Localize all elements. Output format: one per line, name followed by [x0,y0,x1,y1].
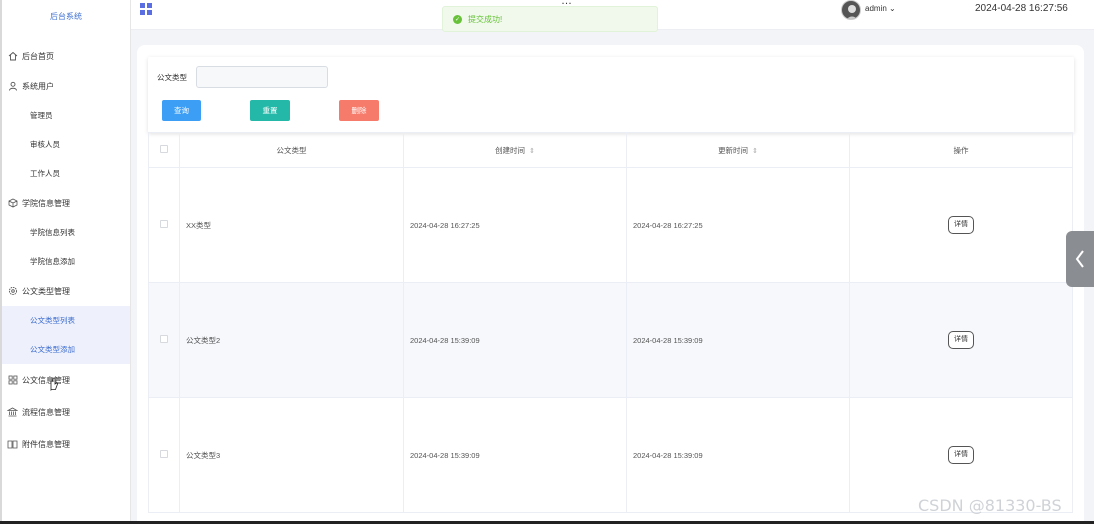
delete-button[interactable]: 删除 [339,100,379,121]
sidebar-item-docinfo[interactable]: 公文信息管理 [2,364,130,396]
hand-cursor-icon [50,377,58,391]
cell-action: 详情 [849,167,1073,283]
cell-created: 2024-04-28 16:27:25 [403,167,627,283]
cell-type: XX类型 [179,167,404,283]
row-check-cell [148,282,180,398]
check-circle-icon: ✓ [453,14,462,24]
toast-text: 提交成功! [468,14,503,24]
sort-icon[interactable]: ⇕ [529,148,535,155]
cell-type: 公文类型2 [179,282,404,398]
detail-button[interactable]: 详情 [948,331,974,349]
row-check-cell [148,167,180,283]
select-all-checkbox[interactable] [160,145,168,153]
reset-button[interactable]: 重置 [250,100,290,121]
chevron-left-icon [1075,250,1084,268]
doctype-label: 公文类型 [157,73,187,82]
sidebar-item-label: 公文信息管理 [22,375,70,385]
watermark: CSDN @81330-BS [918,496,1062,515]
user-menu[interactable]: admin ⌄ [865,4,896,13]
sort-icon[interactable]: ⇕ [752,148,758,155]
user-name: admin [865,4,887,13]
detail-button[interactable]: 详情 [948,216,974,234]
header-action: 操作 [849,132,1073,168]
sidebar-item-doctype-list[interactable]: 公文类型列表 [2,306,130,335]
cell-type: 公文类型3 [179,397,404,513]
sidebar-menu: 后台首页 系统用户 管理员 审核人员 工作人员 学院信息管理 学院信息列表 学院… [2,41,130,460]
cell-updated: 2024-04-28 15:39:09 [626,397,850,513]
sidebar-item-doctype[interactable]: 公文类型管理 [2,276,130,306]
success-toast: ✓ 提交成功! [442,6,658,32]
row-checkbox[interactable] [160,450,168,458]
sidebar-item-label: 流程信息管理 [22,407,70,417]
table-header-row: 公文类型 创建时间 ⇕ 更新时间 ⇕ 操作 [148,132,1073,168]
home-icon [7,51,18,62]
cell-created: 2024-04-28 15:39:09 [403,282,627,398]
sidebar-item-admin[interactable]: 管理员 [2,101,130,130]
cell-action: 详情 [849,282,1073,398]
header-updated-label: 更新时间 [718,145,749,155]
user-icon [7,81,18,92]
side-panel-toggle[interactable] [1066,231,1094,287]
table-row: 公文类型2 2024-04-28 15:39:09 2024-04-28 15:… [148,282,1073,398]
sidebar-item-users[interactable]: 系统用户 [2,71,130,101]
cell-updated: 2024-04-28 16:27:25 [626,167,850,283]
sidebar-item-label: 学院信息管理 [22,198,70,208]
cell-created: 2024-04-28 15:39:09 [403,397,627,513]
avatar[interactable] [841,0,861,20]
select-all-cell [148,132,180,168]
sidebar-item-label: 公文类型管理 [22,286,70,296]
doctype-input[interactable] [196,66,328,88]
cell-updated: 2024-04-28 15:39:09 [626,282,850,398]
sidebar-item-college-list[interactable]: 学院信息列表 [2,218,130,247]
sidebar-item-home[interactable]: 后台首页 [2,41,130,71]
apps-icon [7,375,18,386]
brand-title: 后台系统 [50,12,82,21]
sidebar-item-label: 后台首页 [22,51,54,61]
search-button[interactable]: 查询 [162,100,201,121]
book-icon [7,439,18,450]
sidebar-item-staff[interactable]: 工作人员 [2,159,130,188]
sidebar-item-college-add[interactable]: 学院信息添加 [2,247,130,276]
cube-icon [7,198,18,209]
sidebar-item-label: 系统用户 [22,81,54,91]
detail-button[interactable]: 详情 [948,446,974,464]
header-type: 公文类型 [179,132,404,168]
header-created[interactable]: 创建时间 ⇕ [403,132,627,168]
sidebar: 后台系统 后台首页 系统用户 管理员 审核人员 工作人员 学院信息管理 学院信息… [0,0,131,524]
chevron-down-icon: ⌄ [886,4,896,13]
sidebar-item-flow[interactable]: 流程信息管理 [2,396,130,428]
filter-panel: 公文类型 查询 重置 删除 [148,57,1074,133]
sidebar-item-reviewer[interactable]: 审核人员 [2,130,130,159]
row-check-cell [148,397,180,513]
sidebar-item-label: 附件信息管理 [22,439,70,449]
row-checkbox[interactable] [160,335,168,343]
gear-icon [7,286,18,297]
building-icon [7,407,18,418]
table-row: XX类型 2024-04-28 16:27:25 2024-04-28 16:2… [148,167,1073,283]
grid-icon[interactable] [140,3,152,15]
header-updated[interactable]: 更新时间 ⇕ [626,132,850,168]
app-frame: 后台系统 后台首页 系统用户 管理员 审核人员 工作人员 学院信息管理 学院信息… [0,0,1094,524]
sidebar-item-attach[interactable]: 附件信息管理 [2,428,130,460]
row-checkbox[interactable] [160,220,168,228]
clock: 2024-04-28 16:27:56 [975,3,1068,14]
sidebar-item-college[interactable]: 学院信息管理 [2,188,130,218]
doctype-table: 公文类型 创建时间 ⇕ 更新时间 ⇕ 操作 XX类型 2024-04-28 16:2… [148,132,1073,513]
content-card: 公文类型 查询 重置 删除 公文类型 创建时间⇕ 更新时间⇕ 操作 XX类型 [137,45,1084,524]
header-created-label: 创建时间 [495,145,526,155]
sidebar-item-doctype-add[interactable]: 公文类型添加 [2,335,130,364]
